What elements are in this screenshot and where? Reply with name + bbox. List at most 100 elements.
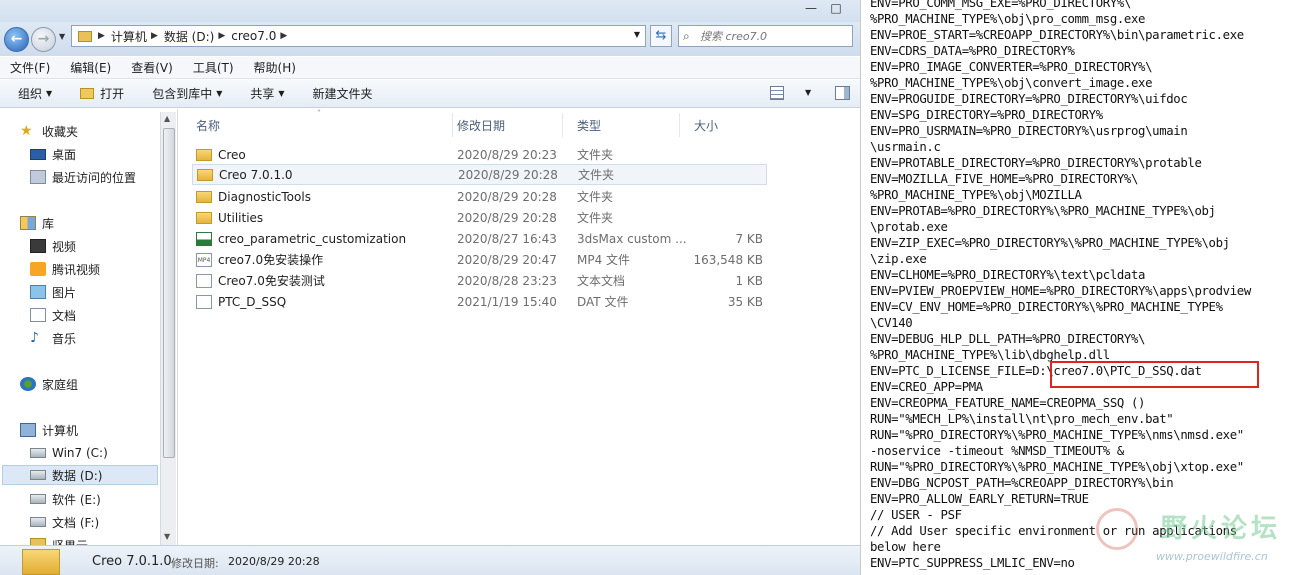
nav-drive-f[interactable]: 文档 (F:) bbox=[30, 512, 99, 532]
text-line: \CV140 bbox=[870, 316, 913, 330]
nav-drive-e[interactable]: 软件 (E:) bbox=[30, 489, 101, 509]
nav-label: 腾讯视频 bbox=[52, 262, 101, 277]
chevron-down-icon: ▼ bbox=[278, 89, 285, 98]
share-button[interactable]: 共享 ▼ bbox=[250, 85, 284, 102]
search-input[interactable] bbox=[700, 29, 850, 43]
scroll-down-icon[interactable]: ▼ bbox=[164, 532, 170, 541]
menu-tools[interactable]: 工具(T) bbox=[193, 59, 234, 76]
file-row[interactable]: DiagnosticTools 2020/8/29 20:28 文件夹 bbox=[192, 186, 767, 207]
nav-drive-c[interactable]: Win7 (C:) bbox=[30, 443, 108, 463]
chevron-right-icon[interactable]: ▶ bbox=[280, 31, 287, 41]
text-line: ENV=PRO_COMM_MSG_EXE=%PRO_DIRECTORY%\ bbox=[870, 0, 1131, 10]
file-row[interactable]: Creo7.0免安装测试 2020/8/28 23:23 文本文档 1 KB bbox=[192, 270, 767, 291]
forward-arrow-icon: → bbox=[37, 31, 50, 47]
refresh-button[interactable]: ⇆ bbox=[650, 25, 672, 47]
menu-view[interactable]: 查看(V) bbox=[131, 59, 173, 76]
chevron-right-icon[interactable]: ▶ bbox=[218, 31, 225, 41]
text-line: ENV=PROTAB=%PRO_DIRECTORY%\%PRO_MACHINE_… bbox=[870, 204, 1216, 218]
library-icon bbox=[20, 216, 36, 230]
folder-icon bbox=[196, 211, 212, 224]
breadcrumb-creo70[interactable]: creo7.0 bbox=[231, 29, 276, 43]
new-folder-button[interactable]: 新建文件夹 bbox=[313, 85, 373, 102]
nav-label: 最近访问的位置 bbox=[52, 170, 137, 185]
column-header-type[interactable]: 类型 bbox=[564, 113, 680, 137]
nav-label: 数据 (D:) bbox=[52, 468, 103, 483]
menu-edit[interactable]: 编辑(E) bbox=[70, 59, 111, 76]
nav-documents[interactable]: 文档 bbox=[30, 305, 76, 325]
menu-help[interactable]: 帮助(H) bbox=[254, 59, 296, 76]
search-box[interactable]: ⌕ bbox=[678, 25, 853, 47]
chevron-down-icon[interactable]: ▼ bbox=[805, 88, 811, 97]
nav-label: 文档 (F:) bbox=[52, 515, 100, 530]
forward-button[interactable]: → bbox=[31, 27, 56, 52]
organize-label: 组织 bbox=[18, 87, 43, 101]
nav-recent[interactable]: 最近访问的位置 bbox=[30, 167, 136, 187]
file-row[interactable]: Creo 2020/8/29 20:23 文件夹 bbox=[192, 144, 767, 165]
file-type: 文件夹 bbox=[578, 168, 615, 182]
view-options-icon[interactable] bbox=[770, 86, 784, 100]
nav-tencent-video[interactable]: 腾讯视频 bbox=[30, 259, 100, 279]
text-line: %PRO_MACHINE_TYPE%\obj\pro_comm_msg.exe bbox=[870, 12, 1146, 26]
nav-homegroup[interactable]: 家庭组 bbox=[20, 374, 78, 394]
chevron-right-icon[interactable]: ▶ bbox=[151, 31, 158, 41]
file-size: 35 KB bbox=[727, 294, 763, 309]
file-date: 2020/8/28 23:23 bbox=[457, 273, 557, 288]
column-header-name[interactable]: 名称 bbox=[183, 113, 453, 137]
file-row[interactable]: creo_parametric_customization 2020/8/27 … bbox=[192, 228, 767, 249]
open-button[interactable]: 打开 bbox=[80, 85, 124, 102]
preview-pane-icon[interactable] bbox=[835, 86, 850, 100]
file-date: 2020/8/27 16:43 bbox=[457, 231, 557, 246]
organize-button[interactable]: 组织 ▼ bbox=[18, 85, 52, 102]
file-date: 2020/8/29 20:28 bbox=[457, 210, 557, 225]
file-name: Creo 7.0.1.0 bbox=[219, 167, 293, 182]
nav-videos[interactable]: 视频 bbox=[30, 236, 76, 256]
minimize-button[interactable]: — bbox=[800, 1, 822, 17]
file-name: Creo7.0免安装测试 bbox=[218, 274, 325, 288]
file-name: creo7.0免安装操作 bbox=[218, 253, 324, 267]
chevron-right-icon[interactable]: ▶ bbox=[98, 31, 105, 41]
file-row[interactable]: MP4 creo7.0免安装操作 2020/8/29 20:47 MP4 文件 1… bbox=[192, 249, 767, 270]
nav-libraries[interactable]: 库 bbox=[20, 213, 54, 233]
new-folder-label: 新建文件夹 bbox=[312, 87, 373, 101]
menu-file[interactable]: 文件(F) bbox=[10, 59, 50, 76]
breadcrumb-computer[interactable]: 计算机 bbox=[111, 28, 147, 45]
text-line: ENV=PRO_USRMAIN=%PRO_DIRECTORY%\usrprog\… bbox=[870, 124, 1188, 138]
nav-jianguoyun[interactable]: 坚果云 bbox=[30, 535, 88, 545]
scroll-thumb[interactable] bbox=[163, 128, 175, 458]
nav-scrollbar[interactable]: ▲ ▼ bbox=[160, 112, 176, 545]
nav-music[interactable]: ♪ 音乐 bbox=[30, 328, 76, 348]
pane-splitter[interactable] bbox=[177, 109, 178, 545]
file-row[interactable]: Utilities 2020/8/29 20:28 文件夹 bbox=[192, 207, 767, 228]
breadcrumb-drive-d[interactable]: 数据 (D:) bbox=[164, 28, 214, 45]
maximize-button[interactable]: □ bbox=[825, 1, 847, 17]
folder-icon bbox=[196, 190, 212, 203]
text-file-icon bbox=[196, 273, 212, 288]
nav-drive-d[interactable]: 数据 (D:) bbox=[2, 465, 158, 485]
nav-label: 桌面 bbox=[52, 147, 77, 162]
file-date: 2020/8/29 20:28 bbox=[457, 189, 557, 204]
file-type: MP4 文件 bbox=[577, 253, 631, 267]
file-date: 2020/8/29 20:23 bbox=[457, 147, 557, 162]
file-row-selected[interactable]: Creo 7.0.1.0 2020/8/29 20:28 文件夹 bbox=[192, 164, 767, 185]
file-row[interactable]: PTC_D_SSQ 2021/1/19 15:40 DAT 文件 35 KB bbox=[192, 291, 767, 312]
file-name: Creo bbox=[218, 147, 246, 162]
music-note-icon: ♪ bbox=[30, 330, 39, 346]
nav-computer[interactable]: 计算机 bbox=[20, 420, 78, 440]
text-line: ENV=CREOPMA_FEATURE_NAME=CREOPMA_SSQ () bbox=[870, 396, 1146, 410]
column-header-size[interactable]: 大小 bbox=[681, 113, 765, 137]
nav-favorites[interactable]: ★ 收藏夹 bbox=[20, 121, 78, 141]
scroll-up-icon[interactable]: ▲ bbox=[164, 114, 170, 123]
document-icon bbox=[30, 308, 46, 322]
nav-pictures[interactable]: 图片 bbox=[30, 282, 76, 302]
back-button[interactable]: ← bbox=[4, 27, 29, 52]
include-library-button[interactable]: 包含到库中 ▼ bbox=[152, 85, 222, 102]
desktop-icon bbox=[30, 148, 46, 160]
recent-pages-dropdown[interactable]: ▼ bbox=[59, 32, 65, 41]
column-header-date[interactable]: 修改日期 bbox=[444, 113, 563, 137]
file-size: 163,548 KB bbox=[693, 252, 763, 267]
command-bar: 组织 ▼ 打开 包含到库中 ▼ 共享 ▼ 新建文件夹 bbox=[0, 80, 860, 108]
nav-desktop[interactable]: 桌面 bbox=[30, 144, 76, 164]
back-arrow-icon: ← bbox=[10, 31, 23, 47]
address-dropdown-icon[interactable]: ▼ bbox=[634, 30, 640, 39]
address-bar[interactable]: ▶ 计算机 ▶ 数据 (D:) ▶ creo7.0 ▶ ▼ bbox=[71, 25, 646, 47]
